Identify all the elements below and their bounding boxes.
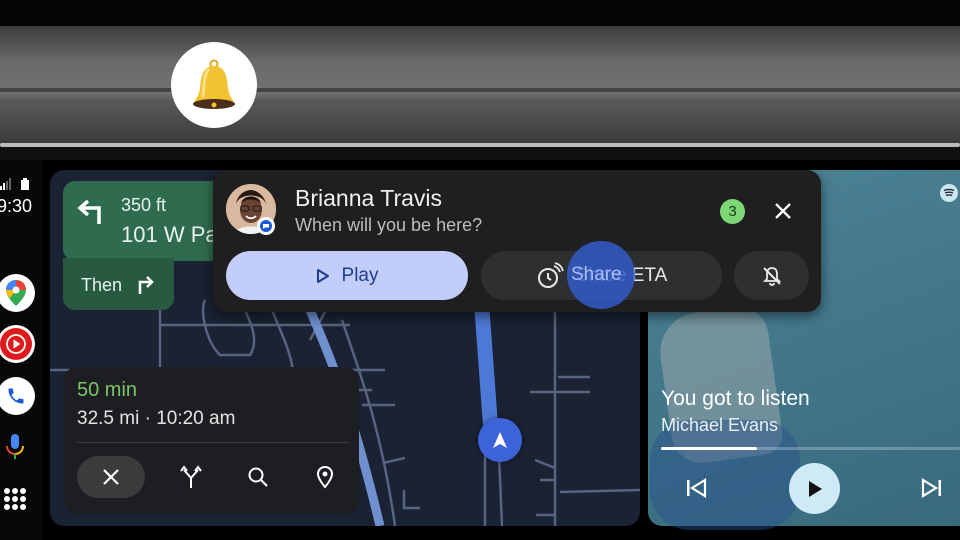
android-auto-scene: 9:30 350 ft 101 W Pac Then 50 min 32.5 m… bbox=[0, 0, 960, 540]
map-road bbox=[270, 309, 295, 371]
microphone-icon bbox=[6, 434, 24, 459]
dashboard-panel bbox=[0, 26, 960, 146]
play-message-button[interactable]: Play bbox=[226, 251, 468, 300]
next-track-button[interactable] bbox=[918, 476, 946, 500]
youtube-music-icon bbox=[0, 328, 32, 360]
skip-next-icon bbox=[921, 478, 941, 498]
play-icon bbox=[808, 480, 822, 497]
dismiss-notification-button[interactable] bbox=[770, 198, 796, 224]
chat-bubble-icon bbox=[260, 220, 272, 232]
places-button[interactable] bbox=[304, 456, 346, 498]
playback-progress[interactable] bbox=[661, 447, 960, 450]
message-preview: When will you be here? bbox=[295, 215, 483, 235]
bell-overlay bbox=[171, 42, 257, 128]
alternate-routes-icon bbox=[180, 465, 202, 488]
trip-details: 32.5 mi · 10:20 am bbox=[77, 408, 236, 429]
mute-conversation-button[interactable] bbox=[734, 251, 809, 300]
voice-assistant-button[interactable] bbox=[5, 433, 25, 466]
turn-right-icon bbox=[136, 275, 156, 300]
previous-track-button[interactable] bbox=[682, 476, 710, 500]
phone-icon bbox=[8, 388, 24, 404]
spotify-icon bbox=[940, 184, 958, 202]
status-bar bbox=[0, 178, 36, 190]
playback-progress-fill bbox=[661, 447, 757, 450]
close-icon bbox=[775, 203, 791, 219]
battery-icon bbox=[21, 178, 29, 190]
messages-app-badge bbox=[257, 217, 275, 235]
play-label: Play bbox=[341, 264, 379, 286]
bell-icon bbox=[193, 59, 235, 109]
route-line bbox=[474, 302, 499, 440]
end-navigation-button[interactable] bbox=[77, 456, 145, 498]
maneuver-distance: 350 ft bbox=[121, 195, 167, 215]
signal-icon bbox=[0, 178, 11, 190]
sender-name: Brianna Travis bbox=[295, 185, 443, 211]
navigation-arrow-icon bbox=[493, 432, 507, 448]
song-title: You got to listen bbox=[661, 387, 810, 410]
search-button[interactable] bbox=[237, 456, 279, 498]
play-pause-button[interactable] bbox=[789, 463, 840, 514]
map-road bbox=[559, 488, 640, 494]
current-location-marker bbox=[478, 418, 522, 462]
play-icon bbox=[316, 268, 329, 283]
app-grid-icon bbox=[4, 488, 10, 494]
location-pin-icon bbox=[316, 465, 334, 489]
map-road bbox=[382, 456, 406, 465]
trip-divider bbox=[77, 442, 349, 443]
clock: 9:30 bbox=[0, 196, 33, 216]
youtube-music-app-button[interactable] bbox=[0, 325, 35, 363]
album-art-figure bbox=[650, 420, 800, 530]
app-launcher-button[interactable] bbox=[4, 488, 26, 510]
share-eta-icon bbox=[537, 261, 564, 288]
unread-count-badge: 3 bbox=[720, 199, 745, 224]
turn-left-icon bbox=[77, 198, 105, 231]
notifications-off-icon bbox=[762, 266, 781, 286]
then-label: Then bbox=[81, 275, 123, 295]
maps-icon bbox=[6, 280, 26, 306]
close-icon bbox=[103, 469, 119, 485]
map-road bbox=[402, 490, 420, 510]
map-road bbox=[534, 458, 556, 470]
dashboard-ridge bbox=[0, 88, 960, 92]
search-icon bbox=[248, 467, 268, 487]
song-artist: Michael Evans bbox=[661, 415, 779, 435]
trip-duration: 50 min bbox=[77, 379, 138, 401]
alternate-routes-button[interactable] bbox=[170, 456, 212, 498]
skip-previous-icon bbox=[687, 478, 707, 498]
